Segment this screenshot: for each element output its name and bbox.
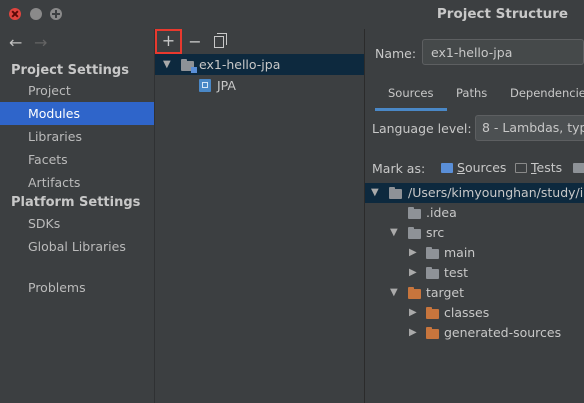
- module-folder-icon: [181, 59, 197, 73]
- module-tree-panel: + − ▼ ex1-hello-jpa JPA: [155, 29, 365, 403]
- excluded-folder-icon: [408, 287, 421, 299]
- module-tree-row[interactable]: ▼ ex1-hello-jpa: [155, 54, 364, 75]
- facet-tree-row[interactable]: JPA: [155, 75, 364, 96]
- excluded-folder-icon: [426, 307, 439, 319]
- chevron-down-icon[interactable]: ▼: [390, 283, 398, 303]
- module-name-input[interactable]: [422, 39, 584, 65]
- folder-icon: [426, 267, 439, 279]
- mark-as-label: Mark as:: [372, 161, 426, 176]
- file-tree-row-main[interactable]: ▶ main: [365, 243, 584, 263]
- folder-icon: [408, 207, 421, 219]
- tab-sources[interactable]: Sources: [375, 86, 447, 111]
- excluded-folder-icon: [426, 327, 439, 339]
- sidebar-item-facets[interactable]: Facets: [0, 148, 154, 171]
- file-tree-row-target[interactable]: ▼ target: [365, 283, 584, 303]
- file-tree-row-idea[interactable]: .idea: [365, 203, 584, 223]
- mark-as-tests-button[interactable]: Tests: [515, 160, 562, 175]
- tab-dependencies[interactable]: Dependencies: [510, 86, 584, 108]
- folder-label: src: [426, 225, 445, 240]
- chevron-right-icon[interactable]: ▶: [409, 303, 417, 323]
- minimize-window-button[interactable]: [30, 8, 42, 20]
- file-tree-row-generated-sources[interactable]: ▶ generated-sources: [365, 323, 584, 343]
- sidebar-item-problems[interactable]: Problems: [0, 276, 154, 299]
- platform-settings-heading: Platform Settings: [11, 195, 141, 210]
- tests-folder-icon: [515, 163, 527, 173]
- file-tree-row-test[interactable]: ▶ test: [365, 263, 584, 283]
- folder-label: generated-sources: [444, 325, 562, 340]
- settings-sidebar: ← → Project Settings Project Modules Lib…: [0, 29, 155, 403]
- module-detail-panel: Name: Sources Paths Dependencies Languag…: [365, 29, 584, 403]
- maximize-window-button[interactable]: [50, 8, 62, 20]
- title-bar: Project Structure: [0, 0, 584, 30]
- sidebar-item-libraries[interactable]: Libraries: [0, 125, 154, 148]
- sidebar-item-sdks[interactable]: SDKs: [0, 212, 154, 235]
- folder-icon: [408, 227, 421, 239]
- module-name-label: ex1-hello-jpa: [199, 57, 281, 72]
- sidebar-item-artifacts[interactable]: Artifacts: [0, 171, 154, 194]
- excluded-folder-icon: [573, 163, 584, 173]
- jpa-facet-icon: [199, 79, 211, 92]
- file-tree-row-classes[interactable]: ▶ classes: [365, 303, 584, 323]
- facet-name-label: JPA: [217, 78, 236, 93]
- project-settings-heading: Project Settings: [11, 63, 129, 78]
- language-level-select[interactable]: 8 - Lambdas, type annotations etc.: [475, 115, 584, 141]
- add-module-button[interactable]: +: [155, 29, 182, 54]
- remove-module-button[interactable]: −: [185, 32, 205, 52]
- sidebar-item-modules[interactable]: Modules: [0, 102, 154, 125]
- folder-label: classes: [444, 305, 490, 320]
- root-path-label: /Users/kimyounghan/study/inflearn/jpa/ex…: [408, 185, 584, 200]
- copy-module-button[interactable]: [210, 32, 230, 52]
- folder-label: target: [426, 285, 465, 300]
- folder-label: test: [444, 265, 469, 280]
- sources-folder-icon: [441, 163, 453, 173]
- chevron-down-icon[interactable]: ▼: [390, 223, 398, 243]
- chevron-right-icon[interactable]: ▶: [409, 243, 417, 263]
- sidebar-item-global-libraries[interactable]: Global Libraries: [0, 235, 154, 258]
- mark-as-sources-button[interactable]: Sources: [441, 160, 506, 175]
- forward-arrow-icon[interactable]: →: [34, 33, 47, 52]
- sidebar-item-project[interactable]: Project: [0, 79, 154, 102]
- folder-icon: [389, 187, 402, 199]
- copy-icon: [214, 33, 227, 48]
- tab-paths[interactable]: Paths: [456, 86, 487, 108]
- file-tree-row-src[interactable]: ▼ src: [365, 223, 584, 243]
- name-label: Name:: [375, 46, 417, 61]
- folder-label: main: [444, 245, 476, 260]
- chevron-right-icon[interactable]: ▶: [409, 323, 417, 343]
- file-tree-root-row[interactable]: ▼ /Users/kimyounghan/study/inflearn/jpa/…: [365, 183, 584, 203]
- back-arrow-icon[interactable]: ←: [9, 33, 22, 52]
- close-window-button[interactable]: [9, 8, 21, 20]
- folder-icon: [426, 247, 439, 259]
- chevron-down-icon[interactable]: ▼: [163, 54, 171, 75]
- language-level-label: Language level:: [372, 121, 472, 136]
- chevron-down-icon[interactable]: ▼: [371, 183, 379, 203]
- chevron-right-icon[interactable]: ▶: [409, 263, 417, 283]
- window-title: Project Structure: [436, 6, 568, 22]
- folder-label: .idea: [426, 205, 457, 220]
- mark-as-more-button[interactable]: [573, 160, 584, 175]
